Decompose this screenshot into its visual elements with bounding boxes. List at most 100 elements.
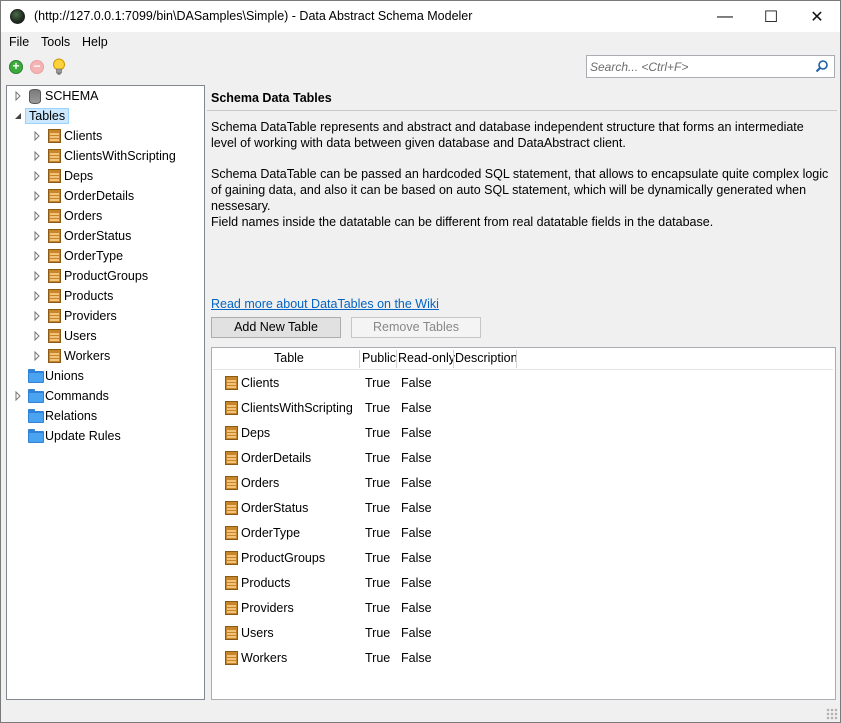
expand-icon[interactable] [32, 231, 42, 241]
tree-label: Users [64, 329, 97, 343]
minimize-button[interactable]: — [702, 1, 748, 32]
column-header-readonly[interactable]: Read-only [398, 351, 455, 365]
search-icon[interactable] [814, 59, 830, 75]
table-icon [48, 249, 61, 263]
title-bar: (http://127.0.0.1:7099/bin\DASamples\Sim… [1, 1, 840, 32]
menu-tools[interactable]: Tools [41, 35, 70, 49]
table-row[interactable]: Users True False [212, 620, 832, 645]
table-icon [48, 209, 61, 223]
expand-icon[interactable] [32, 191, 42, 201]
cell-table: Clients [241, 376, 280, 390]
column-separator[interactable] [396, 350, 397, 368]
cell-table: ProductGroups [241, 551, 326, 565]
expand-icon[interactable] [13, 391, 23, 401]
cell-table: OrderDetails [241, 451, 312, 465]
cell-public: True [365, 626, 391, 640]
expand-icon[interactable] [32, 271, 42, 281]
table-icon [225, 501, 238, 515]
window-title: (http://127.0.0.1:7099/bin\DASamples\Sim… [34, 9, 473, 23]
search-input[interactable] [588, 57, 808, 76]
tree-label: OrderStatus [64, 229, 132, 243]
cell-public: True [365, 476, 391, 490]
remove-tables-button[interactable]: Remove Tables [351, 317, 481, 338]
tree-label: OrderType [64, 249, 124, 263]
expand-icon[interactable] [32, 351, 42, 361]
column-separator[interactable] [516, 350, 517, 368]
cell-table: Users [241, 626, 274, 640]
expand-icon[interactable] [13, 91, 23, 101]
table-icon [225, 476, 238, 490]
cell-table: Providers [241, 601, 294, 615]
cell-table: OrderType [241, 526, 301, 540]
expand-icon[interactable] [32, 131, 42, 141]
table-row[interactable]: OrderStatus True False [212, 495, 832, 520]
expand-icon[interactable] [32, 251, 42, 261]
table-icon [48, 129, 61, 143]
grid-header: Table Public Read-only Description [212, 348, 832, 370]
lightbulb-icon[interactable] [52, 58, 66, 76]
table-row[interactable]: Products True False [212, 570, 832, 595]
table-row[interactable]: OrderDetails True False [212, 445, 832, 470]
table-row[interactable]: Deps True False [212, 420, 832, 445]
column-header-description[interactable]: Description [455, 351, 518, 365]
table-icon [48, 169, 61, 183]
column-header-public[interactable]: Public [362, 351, 396, 365]
expand-icon[interactable] [32, 311, 42, 321]
remove-icon[interactable]: − [30, 60, 44, 74]
table-icon [225, 601, 238, 615]
cell-table: Orders [241, 476, 280, 490]
folder-icon [28, 369, 44, 383]
tree-label: Orders [64, 209, 103, 223]
description-paragraph: Field names inside the datatable can be … [211, 215, 714, 229]
table-row[interactable]: ProductGroups True False [212, 545, 832, 570]
menu-file[interactable]: File [9, 35, 29, 49]
column-header-table[interactable]: Table [274, 351, 304, 365]
database-icon [29, 89, 41, 104]
add-icon[interactable]: + [9, 60, 23, 74]
table-row[interactable]: ClientsWithScripting True False [212, 395, 832, 420]
table-icon [225, 651, 238, 665]
expand-icon[interactable] [32, 211, 42, 221]
menu-help[interactable]: Help [82, 35, 108, 49]
tree-label: Unions [45, 369, 84, 383]
cell-readonly: False [401, 526, 432, 540]
app-window: (http://127.0.0.1:7099/bin\DASamples\Sim… [0, 0, 841, 723]
column-separator[interactable] [359, 350, 360, 368]
expand-icon[interactable] [32, 171, 42, 181]
table-row[interactable]: Orders True False [212, 470, 832, 495]
table-row[interactable]: Workers True False [212, 645, 832, 670]
add-new-table-button[interactable]: Add New Table [211, 317, 341, 338]
heading-divider [207, 110, 837, 111]
table-icon [225, 576, 238, 590]
expand-icon[interactable] [32, 291, 42, 301]
description-paragraph: Schema DataTable can be passed an hardco… [211, 167, 829, 213]
wiki-link[interactable]: Read more about DataTables on the Wiki [211, 297, 439, 311]
cell-readonly: False [401, 451, 432, 465]
resize-grip[interactable] [826, 708, 838, 720]
expand-icon[interactable] [32, 331, 42, 341]
table-row[interactable]: Clients True False [212, 370, 832, 395]
collapse-icon[interactable] [13, 111, 23, 121]
expand-icon[interactable] [32, 151, 42, 161]
tree-label: Products [64, 289, 114, 303]
column-separator[interactable] [453, 350, 454, 368]
tree-label: Clients [64, 129, 103, 143]
table-row[interactable]: OrderType True False [212, 520, 832, 545]
cell-readonly: False [401, 376, 432, 390]
table-icon [225, 551, 238, 565]
cell-readonly: False [401, 601, 432, 615]
table-icon [225, 376, 238, 390]
close-button[interactable]: ✕ [794, 1, 840, 32]
folder-icon [28, 409, 44, 423]
table-row[interactable]: Providers True False [212, 595, 832, 620]
table-icon [48, 269, 61, 283]
table-icon [225, 626, 238, 640]
cell-table: Workers [241, 651, 288, 665]
tree-label: Deps [64, 169, 94, 183]
tree-label: ProductGroups [64, 269, 149, 283]
cell-table: Deps [241, 426, 271, 440]
cell-readonly: False [401, 426, 432, 440]
maximize-button[interactable]: ☐ [748, 1, 794, 32]
tables-grid: Table Public Read-only Description Clien… [211, 347, 836, 700]
cell-table: Products [241, 576, 291, 590]
